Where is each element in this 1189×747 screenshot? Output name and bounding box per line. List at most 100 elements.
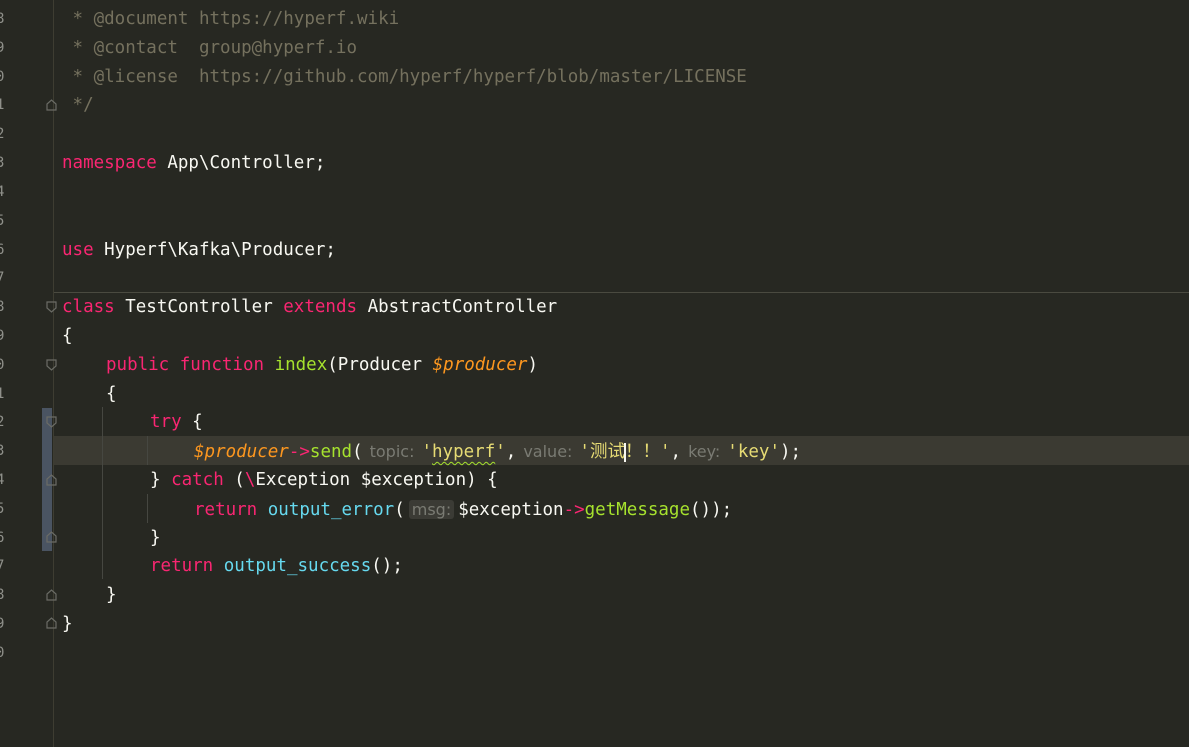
function-call: output_success bbox=[213, 556, 372, 576]
fold-end-icon[interactable] bbox=[46, 99, 57, 111]
keyword: use bbox=[62, 240, 94, 260]
keyword: try bbox=[150, 412, 182, 432]
code-line: { bbox=[106, 384, 117, 404]
line-number: 0 bbox=[0, 357, 5, 373]
fold-start-icon[interactable] bbox=[46, 301, 57, 313]
fold-end-icon[interactable] bbox=[46, 589, 57, 601]
string: ' bbox=[421, 442, 433, 462]
fold-start-icon[interactable] bbox=[46, 416, 57, 428]
code-line: * @contact group@hyperf.io bbox=[62, 38, 358, 58]
line-number: 9 bbox=[0, 328, 5, 344]
line-number: 0 bbox=[0, 645, 5, 661]
keyword: class bbox=[62, 297, 115, 317]
keyword: public bbox=[106, 355, 170, 375]
code-line-current[interactable]: $producer->send( topic: 'hyperf', value: '测试… bbox=[194, 437, 801, 466]
namespace-separator: \ bbox=[244, 470, 256, 490]
line-number: 2 bbox=[0, 414, 5, 430]
punctuation: (Producer bbox=[327, 355, 433, 375]
keyword: extends bbox=[283, 297, 358, 317]
line-number: 8 bbox=[0, 587, 5, 603]
line-number: 7 bbox=[0, 270, 5, 286]
code-line: try { bbox=[150, 408, 203, 437]
method-name: index bbox=[274, 355, 328, 375]
punctuation: , bbox=[670, 442, 682, 462]
punctuation: ) bbox=[527, 355, 538, 375]
line-number: 1 bbox=[0, 386, 5, 402]
line-number: 6 bbox=[0, 530, 5, 546]
line-number: 9 bbox=[0, 40, 5, 56]
fold-start-icon[interactable] bbox=[46, 359, 57, 371]
line-number: 2 bbox=[0, 126, 5, 142]
variable: $producer bbox=[432, 355, 528, 375]
punctuation: ()); bbox=[690, 500, 733, 520]
punctuation: ( bbox=[223, 470, 245, 490]
use-name: Hyperf\Kafka\Producer; bbox=[93, 240, 336, 260]
punctuation: , bbox=[505, 442, 517, 462]
line-number: 9 bbox=[0, 616, 5, 632]
code-line: return output_success(); bbox=[150, 552, 403, 581]
code-line: use Hyperf\Kafka\Producer; bbox=[62, 236, 336, 265]
line-number: 4 bbox=[0, 184, 5, 200]
punctuation: (); bbox=[371, 556, 403, 576]
namespace-name: App\Controller; bbox=[156, 153, 326, 173]
parameter-hint: topic: bbox=[369, 442, 415, 461]
parameter-hint: key: bbox=[688, 442, 721, 461]
keyword: function bbox=[169, 355, 275, 375]
function-call: send bbox=[309, 442, 353, 462]
code-line: } bbox=[106, 585, 117, 605]
line-number: 3 bbox=[0, 155, 5, 171]
string: 'key' bbox=[727, 442, 780, 462]
punctuation: ( bbox=[352, 442, 363, 462]
code-line: } bbox=[150, 528, 161, 548]
code-line: */ bbox=[62, 95, 94, 115]
fold-end-icon[interactable] bbox=[46, 531, 57, 543]
code-area[interactable]: * @document https://hyperf.wiki * @conta… bbox=[62, 0, 1189, 747]
punctuation: ); bbox=[779, 442, 802, 462]
string: ！！' bbox=[624, 442, 671, 462]
keyword: return bbox=[150, 556, 214, 576]
punctuation: } bbox=[150, 470, 172, 490]
code-editor[interactable]: 8 9 0 1 2 3 4 5 6 7 8 9 0 1 2 3 4 5 6 7 … bbox=[0, 0, 1189, 747]
line-number: 3 bbox=[0, 443, 5, 459]
code-line: public function index(Producer $producer… bbox=[106, 351, 538, 380]
code-line: * @document https://hyperf.wiki bbox=[62, 9, 400, 29]
fold-end-icon[interactable] bbox=[46, 617, 57, 629]
variable: $producer bbox=[194, 442, 289, 462]
code-line: return output_error(msg: $exception->getM… bbox=[194, 495, 732, 524]
gutter: 8 9 0 1 2 3 4 5 6 7 8 9 0 1 2 3 4 5 6 7 … bbox=[0, 0, 54, 747]
variable: $exception bbox=[458, 500, 564, 520]
string: ' bbox=[495, 442, 506, 462]
keyword: namespace bbox=[62, 153, 157, 173]
line-number: 5 bbox=[0, 501, 5, 517]
keyword: catch bbox=[171, 470, 224, 490]
line-number: 6 bbox=[0, 242, 5, 258]
function-call: output_error bbox=[257, 500, 395, 520]
keyword: return bbox=[194, 500, 258, 520]
class-name: TestController bbox=[114, 297, 284, 317]
string-typo: hyperf bbox=[432, 442, 496, 462]
line-number: 8 bbox=[0, 299, 5, 315]
code-line: { bbox=[62, 326, 73, 346]
punctuation: ( bbox=[394, 500, 405, 520]
fold-end-icon[interactable] bbox=[46, 474, 57, 486]
string: '测试 bbox=[579, 442, 625, 462]
line-number: 4 bbox=[0, 472, 5, 488]
line-number: 7 bbox=[0, 558, 5, 574]
parent-class-name: AbstractController bbox=[357, 297, 558, 317]
code-line: * @license https://github.com/hyperf/hyp… bbox=[62, 67, 747, 87]
operator: -> bbox=[563, 500, 585, 520]
line-number: 1 bbox=[0, 97, 5, 113]
code-line: } catch (\Exception $exception) { bbox=[150, 466, 498, 495]
line-number: 8 bbox=[0, 11, 5, 27]
operator: -> bbox=[288, 442, 310, 462]
code-line: class TestController extends AbstractCon… bbox=[62, 293, 557, 322]
parameter-hint: value: bbox=[523, 442, 573, 461]
line-number: 5 bbox=[0, 213, 5, 229]
function-call: getMessage bbox=[584, 500, 690, 520]
line-number: 0 bbox=[0, 69, 5, 85]
parameter-hint: msg: bbox=[408, 500, 455, 519]
exception-param: Exception $exception) { bbox=[255, 470, 498, 490]
code-line: } bbox=[62, 614, 73, 634]
code-line: namespace App\Controller; bbox=[62, 149, 325, 178]
punctuation: { bbox=[181, 412, 203, 432]
